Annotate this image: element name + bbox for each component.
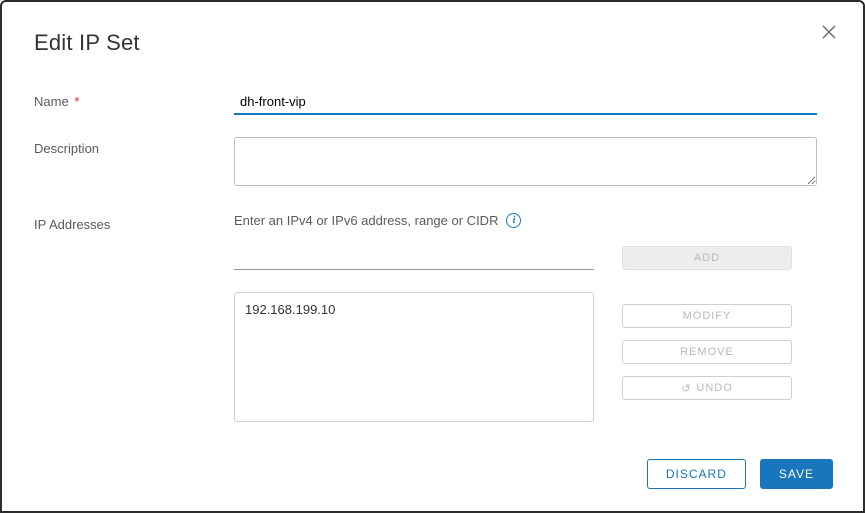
dialog-title: Edit IP Set (34, 30, 831, 56)
description-input[interactable] (234, 137, 817, 186)
ip-hint-text: Enter an IPv4 or IPv6 address, range or … (234, 213, 498, 228)
close-button[interactable] (821, 24, 837, 45)
description-label: Description (34, 137, 234, 156)
ip-addresses-label: IP Addresses (34, 213, 234, 232)
ip-addresses-row: IP Addresses Enter an IPv4 or IPv6 addre… (34, 213, 831, 422)
undo-label: UNDO (696, 382, 732, 394)
undo-icon: ↺ (681, 382, 691, 395)
ip-address-list[interactable]: 192.168.199.10 (234, 292, 594, 422)
ip-hint: Enter an IPv4 or IPv6 address, range or … (234, 213, 831, 228)
undo-button[interactable]: ↺ UNDO (622, 376, 792, 400)
name-row: Name * (34, 90, 831, 115)
description-row: Description (34, 137, 831, 191)
discard-button[interactable]: DISCARD (647, 459, 746, 489)
ip-list-item[interactable]: 192.168.199.10 (245, 301, 583, 318)
info-icon[interactable]: i (506, 213, 521, 228)
dialog-footer: DISCARD SAVE (647, 459, 833, 489)
name-input[interactable] (234, 90, 817, 115)
add-button[interactable]: ADD (622, 246, 792, 270)
close-icon (821, 27, 837, 44)
modify-button[interactable]: MODIFY (622, 304, 792, 328)
remove-button[interactable]: REMOVE (622, 340, 792, 364)
ip-address-input[interactable] (234, 246, 594, 270)
save-button[interactable]: SAVE (760, 459, 833, 489)
name-label: Name * (34, 90, 234, 109)
required-marker: * (74, 94, 79, 109)
edit-ip-set-dialog: Edit IP Set Name * Description IP Addres… (0, 0, 865, 513)
